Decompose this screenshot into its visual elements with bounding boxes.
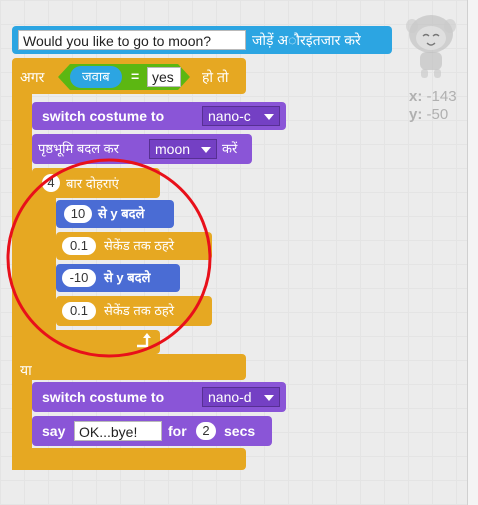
highlight-circle (6, 158, 212, 358)
